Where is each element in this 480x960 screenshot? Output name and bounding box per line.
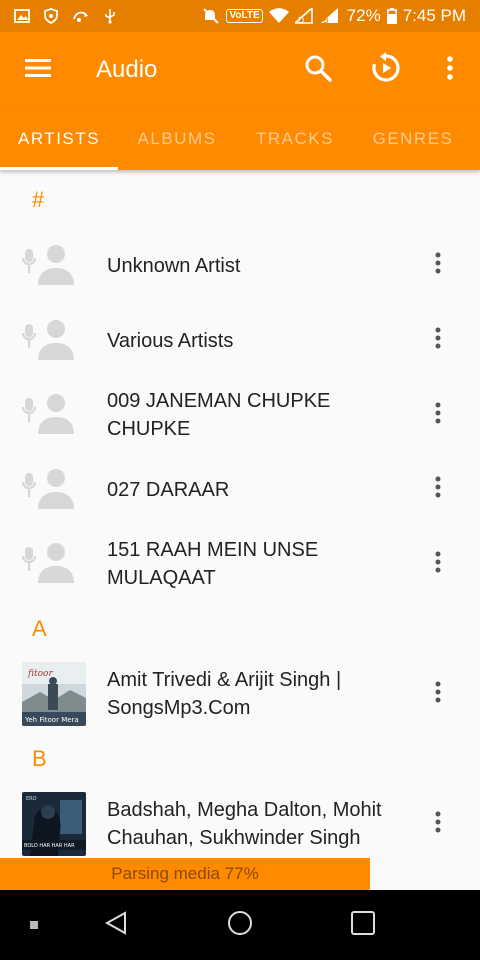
dot-icon: [30, 916, 38, 934]
artist-placeholder-icon: [0, 527, 107, 602]
recents-button[interactable]: [316, 890, 410, 960]
artist-placeholder-icon: [0, 378, 107, 453]
artist-list[interactable]: # Unknown Artist Various Artists 009 JAN…: [0, 172, 480, 858]
recents-icon: [351, 910, 375, 940]
section-header: #: [32, 187, 45, 212]
svg-text:fitoor: fitoor: [27, 669, 53, 679]
bottom-filler: [370, 858, 480, 890]
tab-albums[interactable]: ALBUMS: [118, 108, 236, 170]
svg-text:B: B: [323, 16, 329, 24]
section-header: B: [32, 746, 47, 771]
system-navigation-bar: [0, 890, 480, 960]
page-title: Audio: [96, 56, 158, 83]
battery-icon: [386, 8, 397, 24]
artist-name: 151 RAAH MEIN UNSE MULAQAAT: [107, 539, 319, 589]
gallery-icon: [14, 9, 30, 23]
item-overflow-button[interactable]: [396, 228, 480, 303]
list-item[interactable]: ERO BOLO HAR HAR HAR Badshah, Megha Dalt…: [0, 787, 480, 858]
item-overflow-button[interactable]: [396, 657, 480, 732]
back-icon: [104, 910, 127, 940]
list-item[interactable]: 151 RAAH MEIN UNSE MULAQAAT: [0, 527, 480, 601]
resume-playback-button[interactable]: [352, 32, 420, 108]
list-item[interactable]: fitoor Yeh Fitoor Mera Amit Trivedi & Ar…: [0, 657, 480, 731]
artist-placeholder-icon: [0, 452, 107, 527]
more-vert-icon: [447, 55, 453, 85]
sync-icon: [72, 9, 90, 23]
notification-icons: [14, 8, 116, 24]
search-button[interactable]: [284, 32, 352, 108]
artist-name: 027 DARAAR: [107, 478, 230, 501]
artist-name: Various Artists: [107, 329, 234, 352]
tab-bar: ARTISTS ALBUMS TRACKS GENRES: [0, 108, 480, 170]
more-vert-icon: [435, 551, 441, 578]
svg-text:D: D: [298, 16, 304, 24]
artist-name: Badshah, Megha Dalton, Mohit Chauhan, Su…: [107, 799, 382, 849]
artist-placeholder-icon: [0, 228, 107, 303]
album-art-thumbnail: ERO BOLO HAR HAR HAR: [0, 787, 107, 859]
status-bar: VoLTE D B 72% 7:45 PM: [0, 0, 480, 32]
section-header: A: [32, 616, 47, 641]
search-icon: [304, 54, 332, 87]
more-vert-icon: [435, 327, 441, 354]
battery-percent: 72%: [346, 6, 381, 25]
system-icons: VoLTE D B 72% 7:45 PM: [202, 6, 466, 26]
more-vert-icon: [435, 402, 441, 429]
album-art-bolo: ERO BOLO HAR HAR HAR: [22, 792, 86, 856]
album-art-caption: Yeh Fitoor Mera: [24, 716, 79, 724]
home-button[interactable]: [164, 890, 316, 960]
item-overflow-button[interactable]: [396, 527, 480, 602]
resume-playback-icon: [370, 51, 402, 89]
item-overflow-button[interactable]: [396, 787, 480, 859]
app-bar: Audio: [0, 32, 480, 108]
navigation-menu-button[interactable]: [0, 32, 76, 108]
signal-sim1-icon: D: [294, 8, 315, 24]
list-item[interactable]: Unknown Artist: [0, 228, 480, 303]
usb-icon: [104, 8, 116, 24]
parsing-progress-banner: Parsing media 77%: [0, 858, 370, 890]
album-art-fitoor: fitoor Yeh Fitoor Mera: [22, 662, 86, 726]
overflow-menu-button[interactable]: [420, 32, 480, 108]
more-vert-icon: [435, 681, 441, 708]
list-item[interactable]: 027 DARAAR: [0, 452, 480, 527]
tab-artists[interactable]: ARTISTS: [0, 108, 118, 170]
album-art-thumbnail: fitoor Yeh Fitoor Mera: [0, 657, 107, 732]
back-button[interactable]: [68, 890, 164, 960]
more-vert-icon: [435, 811, 441, 838]
clock: 7:45 PM: [402, 6, 466, 25]
home-icon: [227, 910, 253, 941]
more-vert-icon: [435, 476, 441, 503]
tab-genres[interactable]: GENRES: [354, 108, 472, 170]
list-item[interactable]: 009 JANEMAN CHUPKE CHUPKE: [0, 378, 480, 452]
more-vert-icon: [435, 252, 441, 279]
tab-tracks[interactable]: TRACKS: [236, 108, 354, 170]
artist-placeholder-icon: [0, 303, 107, 378]
shield-icon: [44, 8, 58, 24]
svg-text:ERO: ERO: [26, 796, 37, 802]
hamburger-icon: [25, 58, 51, 83]
nav-dot-button[interactable]: [0, 890, 68, 960]
album-art-caption: BOLO HAR HAR HAR: [24, 843, 75, 849]
item-overflow-button[interactable]: [396, 303, 480, 378]
mute-icon: [202, 8, 220, 24]
wifi-icon: [268, 8, 289, 24]
item-overflow-button[interactable]: [396, 378, 480, 453]
item-overflow-button[interactable]: [396, 452, 480, 527]
artist-name: Amit Trivedi & Arijit Singh | SongsMp3.C…: [107, 669, 342, 719]
list-item[interactable]: Various Artists: [0, 303, 480, 378]
artist-name: Unknown Artist: [107, 254, 241, 277]
signal-sim2-icon: B: [320, 8, 341, 24]
volte-badge: VoLTE: [226, 9, 263, 23]
artist-name: 009 JANEMAN CHUPKE CHUPKE: [107, 390, 331, 440]
